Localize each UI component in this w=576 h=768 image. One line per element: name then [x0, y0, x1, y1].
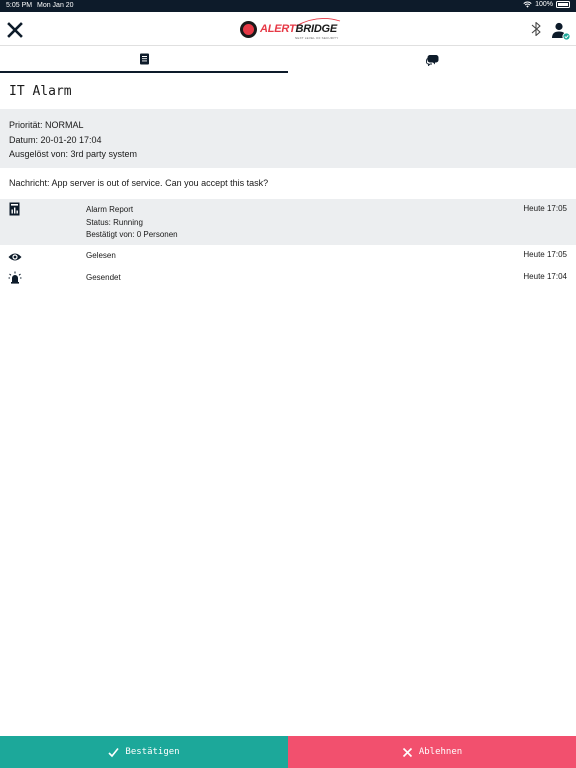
triggered-by-text: Ausgelöst von: 3rd party system — [9, 149, 138, 159]
accept-label: Bestätigen — [125, 747, 180, 757]
log-line: Alarm Report — [86, 205, 134, 214]
tab-chat[interactable] — [288, 47, 576, 73]
status-date: Mon Jan 20 — [37, 2, 74, 9]
eye-icon — [8, 253, 22, 261]
detail-tabs — [0, 47, 576, 73]
alarm-bell-icon — [8, 271, 22, 284]
logo-text-bridge: BRIDGE — [295, 23, 338, 35]
action-bar: Bestätigen Ablehnen — [0, 736, 576, 768]
status-time: 5:05 PM — [6, 2, 33, 9]
log-time: Heute 17:04 — [523, 272, 567, 281]
log-line: Gelesen — [86, 251, 116, 260]
alarm-info-box: Priorität: NORMAL Datum: 20-01-20 17:04 … — [0, 109, 576, 168]
list-item[interactable]: Alarm Report Status: Running Bestätigt v… — [0, 199, 576, 245]
reject-label: Ablehnen — [418, 747, 463, 757]
log-lines: Gelesen — [86, 250, 116, 263]
status-right: 100% — [523, 1, 570, 8]
priority-text: Priorität: NORMAL — [9, 120, 84, 130]
log-lines: Alarm Report Status: Running Bestätigt v… — [86, 204, 178, 242]
log-lines: Gesendet — [86, 272, 121, 285]
accept-button[interactable]: Bestätigen — [0, 736, 288, 768]
date-text: Datum: 20-01-20 17:04 — [9, 134, 102, 145]
reject-button[interactable]: Ablehnen — [288, 736, 576, 768]
alarm-message: Nachricht: App server is out of service.… — [9, 178, 269, 188]
bluetooth-icon[interactable] — [530, 20, 542, 38]
document-icon — [139, 53, 149, 65]
logo-text-alert: ALERT — [260, 23, 296, 35]
log-line: Status: Running — [86, 217, 143, 227]
close-icon — [402, 747, 412, 757]
log-line: Bestätigt von: 0 Personen — [86, 230, 178, 239]
chat-icon — [425, 55, 438, 66]
user-connected-icon[interactable] — [551, 21, 571, 41]
log-time: Heute 17:05 — [523, 250, 567, 259]
battery-percent: 100% — [535, 1, 553, 8]
logo-badge-icon — [240, 21, 257, 38]
app-header: ALERTBRIDGE NEXT LEVEL OF SECURITY — [0, 12, 576, 46]
tab-details[interactable] — [0, 47, 288, 73]
list-item[interactable]: Gelesen Heute 17:05 — [0, 245, 576, 267]
logo-text: ALERTBRIDGE — [260, 23, 337, 35]
log-line: Gesendet — [86, 273, 121, 282]
checkmark-icon — [108, 747, 120, 757]
close-icon[interactable] — [6, 21, 24, 39]
battery-icon — [556, 1, 570, 8]
log-time: Heute 17:05 — [523, 204, 567, 213]
alarm-log-list: Alarm Report Status: Running Bestätigt v… — [0, 199, 576, 289]
logo-tagline: NEXT LEVEL OF SECURITY — [295, 36, 339, 40]
alertbridge-logo: ALERTBRIDGE NEXT LEVEL OF SECURITY — [240, 17, 342, 41]
report-icon — [9, 202, 20, 216]
status-bar: 5:05 PM Mon Jan 20 100% — [0, 0, 576, 12]
list-item[interactable]: Gesendet Heute 17:04 — [0, 267, 576, 289]
page-title: IT Alarm — [9, 84, 72, 99]
wifi-icon — [523, 1, 532, 8]
